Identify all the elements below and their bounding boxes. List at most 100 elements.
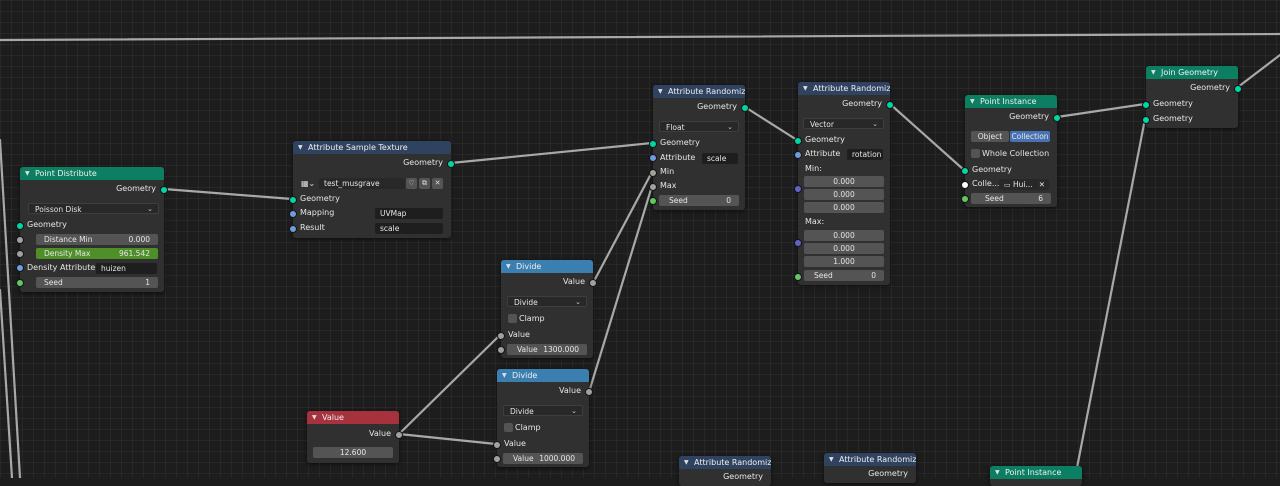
node-point-instance[interactable]: ▼ Point Instance Geometry Object Collecti…: [961, 95, 1061, 207]
collapse-arrow-icon[interactable]: ▼: [970, 95, 975, 108]
node-attribute-randomize-vector[interactable]: ▼ Attribute Randomize Geometry Vector ⌄ Ge…: [794, 82, 894, 285]
geometry-input-socket-1[interactable]: [1142, 101, 1150, 109]
attribute-input[interactable]: rotation: [847, 149, 883, 160]
density-attribute-input[interactable]: huizen: [96, 263, 157, 274]
value-output-socket[interactable]: [585, 388, 593, 396]
seed-socket[interactable]: [16, 279, 24, 287]
data-type-dropdown[interactable]: Vector ⌄: [803, 118, 884, 129]
node-header[interactable]: ▼ Divide: [501, 260, 593, 273]
texture-name-field[interactable]: test_musgrave: [319, 178, 405, 189]
texture-browse-button[interactable]: ▦⌄: [301, 178, 319, 189]
math-operation-dropdown[interactable]: Divide ⌄: [503, 405, 583, 416]
result-input[interactable]: scale: [375, 223, 443, 234]
close-icon[interactable]: ✕: [1039, 179, 1045, 190]
collapse-arrow-icon[interactable]: ▼: [298, 141, 303, 154]
node-header[interactable]: ▼ Attribute Randomize: [679, 456, 771, 469]
collection-picker[interactable]: ▭ Hui... ✕: [999, 179, 1049, 190]
clamp-checkbox[interactable]: [504, 423, 513, 432]
fake-user-shield-icon[interactable]: ♡: [406, 178, 417, 189]
node-attribute-randomize-float[interactable]: ▼ Attribute Randomize Geometry Float ⌄ Geo…: [649, 85, 749, 210]
seed-socket[interactable]: [649, 197, 657, 205]
distance-min-socket[interactable]: [16, 236, 24, 244]
node-point-instance-bottom[interactable]: ▼ Point Instance: [990, 466, 1082, 486]
collapse-arrow-icon[interactable]: ▼: [658, 85, 663, 98]
collapse-arrow-icon[interactable]: ▼: [995, 466, 1000, 479]
max-socket[interactable]: [794, 239, 802, 247]
whole-collection-checkbox[interactable]: [971, 149, 980, 158]
value-field[interactable]: Value 1300.000: [507, 344, 587, 355]
value-field[interactable]: 12.600: [313, 447, 393, 458]
seed-field[interactable]: Seed 0: [804, 270, 884, 281]
node-header[interactable]: ▼ Attribute Randomize: [653, 85, 745, 98]
max-x-field[interactable]: 0.000: [804, 230, 884, 241]
collapse-arrow-icon[interactable]: ▼: [684, 456, 689, 469]
geometry-input-socket[interactable]: [794, 137, 802, 145]
min-x-field[interactable]: 0.000: [804, 176, 884, 187]
node-join-geometry[interactable]: ▼ Join Geometry Geometry Geometry Geometr…: [1142, 66, 1242, 128]
node-value[interactable]: ▼ Value Value 12.600: [307, 411, 403, 463]
geometry-input-socket[interactable]: [289, 196, 297, 204]
value-output-socket[interactable]: [395, 431, 403, 439]
node-point-distribute[interactable]: ▼ Point Distribute Geometry Poisson Disk ⌄…: [16, 167, 168, 292]
clamp-checkbox[interactable]: [508, 314, 517, 323]
node-header[interactable]: ▼ Point Instance: [965, 95, 1057, 108]
geometry-input-socket[interactable]: [961, 167, 969, 175]
density-max-field[interactable]: Density Max 961.542: [36, 248, 158, 259]
attribute-input[interactable]: scale: [702, 153, 738, 164]
mapping-input[interactable]: UVMap: [375, 208, 443, 219]
max-socket[interactable]: [649, 183, 657, 191]
seed-field[interactable]: Seed 6: [971, 193, 1051, 204]
value-input-socket-2[interactable]: [497, 346, 505, 354]
distance-min-field[interactable]: Distance Min 0.000: [36, 234, 158, 245]
value-output-socket[interactable]: [589, 279, 597, 287]
density-attribute-socket[interactable]: [16, 264, 24, 272]
geometry-output-socket[interactable]: [886, 101, 894, 109]
geometry-input-socket-2[interactable]: [1142, 116, 1150, 124]
seed-field[interactable]: Seed 0: [659, 195, 739, 206]
attribute-socket[interactable]: [649, 154, 657, 162]
node-attribute-randomize-bottom-2[interactable]: ▼ Attribute Randomize Geometry: [824, 453, 916, 483]
min-socket[interactable]: [649, 169, 657, 177]
collapse-arrow-icon[interactable]: ▼: [803, 82, 808, 95]
value-input-socket-1[interactable]: [493, 441, 501, 449]
collapse-arrow-icon[interactable]: ▼: [506, 260, 511, 273]
collapse-arrow-icon[interactable]: ▼: [502, 369, 507, 382]
geometry-output-socket[interactable]: [447, 160, 455, 168]
value-input-socket-2[interactable]: [493, 455, 501, 463]
max-z-field[interactable]: 1.000: [804, 256, 884, 267]
max-y-field[interactable]: 0.000: [804, 243, 884, 254]
geometry-output-socket[interactable]: [1234, 85, 1242, 93]
node-header[interactable]: ▼ Value: [307, 411, 399, 424]
node-divide-1[interactable]: ▼ Divide Value Divide ⌄ Clamp Value Value 1…: [497, 260, 597, 358]
min-z-field[interactable]: 0.000: [804, 202, 884, 213]
min-socket[interactable]: [794, 185, 802, 193]
node-attribute-randomize-bottom-1[interactable]: ▼ Attribute Randomize Geometry: [679, 456, 771, 486]
seed-field[interactable]: Seed 1: [36, 277, 158, 288]
attribute-socket[interactable]: [794, 151, 802, 159]
seed-socket[interactable]: [961, 195, 969, 203]
geometry-output-socket[interactable]: [160, 186, 168, 194]
collapse-arrow-icon[interactable]: ▼: [829, 453, 834, 466]
mode-object-toggle[interactable]: Object: [971, 131, 1009, 142]
density-max-socket[interactable]: [16, 250, 24, 258]
collapse-arrow-icon[interactable]: ▼: [1151, 66, 1156, 79]
result-socket[interactable]: [289, 225, 297, 233]
value-field[interactable]: Value 1000.000: [503, 453, 583, 464]
geometry-input-socket[interactable]: [16, 222, 24, 230]
collection-socket[interactable]: [961, 181, 969, 189]
min-y-field[interactable]: 0.000: [804, 189, 884, 200]
node-header[interactable]: ▼ Attribute Randomize: [824, 453, 916, 466]
geometry-output-socket[interactable]: [1053, 114, 1061, 122]
close-icon[interactable]: ✕: [432, 178, 443, 189]
node-attribute-sample-texture[interactable]: ▼ Attribute Sample Texture Geometry ▦⌄ te…: [289, 141, 455, 238]
data-type-dropdown[interactable]: Float ⌄: [659, 121, 739, 132]
collapse-arrow-icon[interactable]: ▼: [312, 411, 317, 424]
mode-collection-toggle[interactable]: Collection: [1010, 131, 1050, 142]
node-header[interactable]: ▼ Attribute Randomize: [798, 82, 890, 95]
node-header[interactable]: ▼ Join Geometry: [1146, 66, 1238, 79]
distribute-method-dropdown[interactable]: Poisson Disk ⌄: [28, 203, 159, 214]
node-header[interactable]: ▼ Attribute Sample Texture: [293, 141, 451, 154]
geometry-input-socket[interactable]: [649, 140, 657, 148]
value-input-socket-1[interactable]: [497, 332, 505, 340]
geometry-output-socket[interactable]: [741, 104, 749, 112]
